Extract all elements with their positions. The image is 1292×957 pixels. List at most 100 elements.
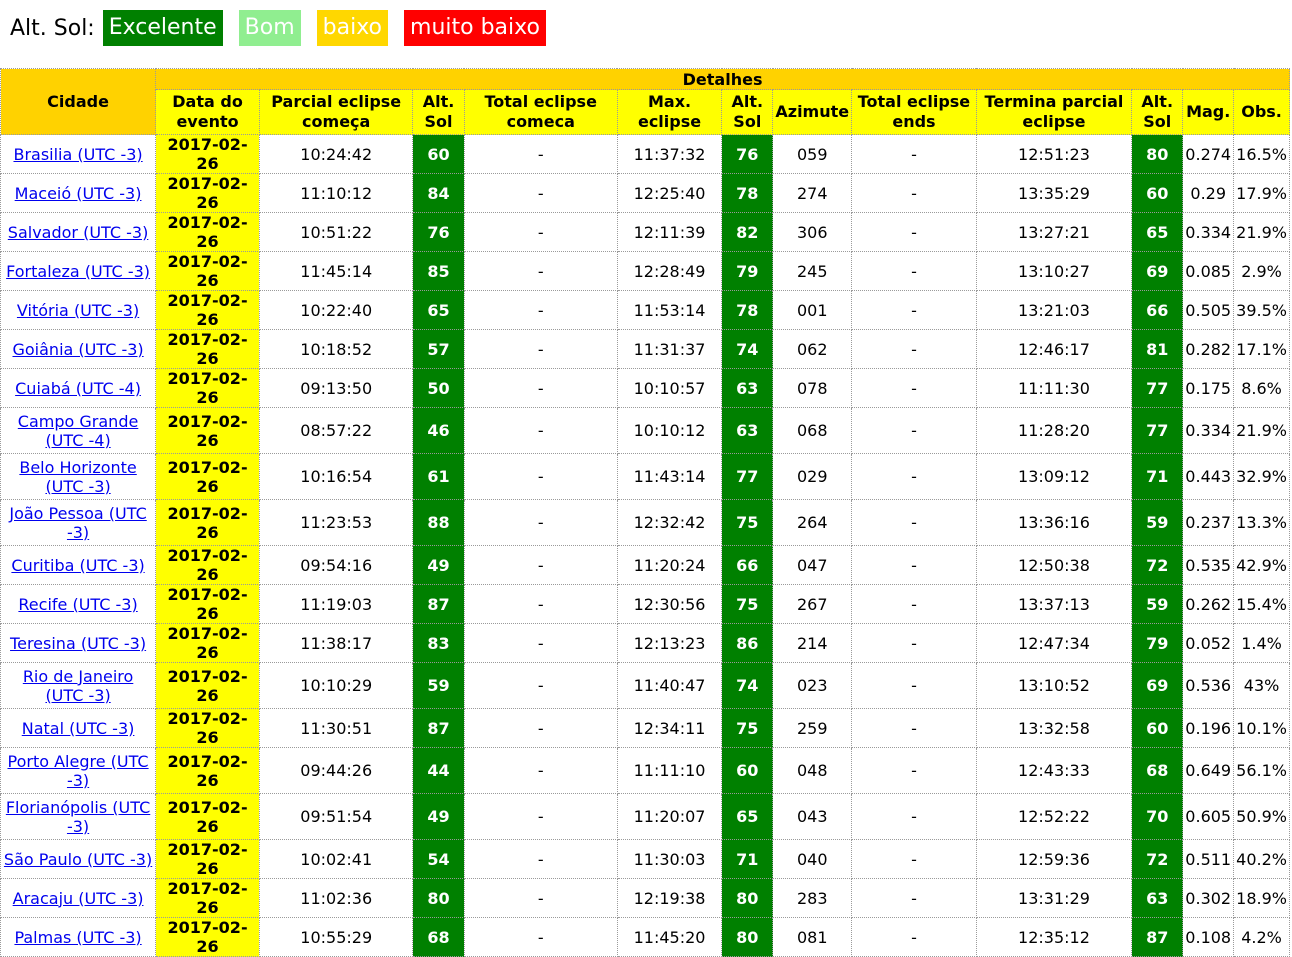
cell-obscuration: 1.4% xyxy=(1233,623,1290,663)
cell-alt-sol-max: 63 xyxy=(721,368,774,408)
cell-start-time: 10:18:52 xyxy=(258,329,414,369)
city-link[interactable]: Maceió (UTC -3) xyxy=(15,184,142,203)
cell-alt-sol-end: 79 xyxy=(1131,623,1184,663)
cell-end-time: 12:59:36 xyxy=(975,839,1133,879)
cell-max-time: 12:28:49 xyxy=(616,251,723,291)
city-link[interactable]: Brasilia (UTC -3) xyxy=(13,145,142,164)
table-row: Cuiabá (UTC -4) 2017-02-26 09:13:50 50-10:1… xyxy=(0,368,1290,408)
city-link[interactable]: Recife (UTC -3) xyxy=(18,595,137,614)
city-link[interactable]: São Paulo (UTC -3) xyxy=(4,850,152,869)
cell-start-time: 11:19:03 xyxy=(258,584,414,624)
table-row: Teresina (UTC -3) 2017-02-26 11:38:17 83-12… xyxy=(0,623,1290,663)
cell-azimute: 259 xyxy=(772,708,853,748)
cell-date: 2017-02-26 xyxy=(155,878,260,918)
table-row: Fortaleza (UTC -3) 2017-02-26 11:45:14 85-1… xyxy=(0,251,1290,291)
cell-magnitude: 0.085 xyxy=(1182,251,1235,291)
cell-magnitude: 0.052 xyxy=(1182,623,1235,663)
cell-total-end: - xyxy=(851,173,977,213)
cell-magnitude: 0.29 xyxy=(1182,173,1235,213)
cell-city: Goiânia (UTC -3) xyxy=(0,329,157,369)
city-link[interactable]: Cuiabá (UTC -4) xyxy=(15,379,141,398)
cell-total-start: - xyxy=(463,793,618,840)
cell-alt-sol-end: 69 xyxy=(1131,251,1184,291)
cell-date: 2017-02-26 xyxy=(155,134,260,174)
cell-max-time: 11:20:07 xyxy=(616,793,723,840)
cell-alt-sol-end: 72 xyxy=(1131,839,1184,879)
cell-date: 2017-02-26 xyxy=(155,839,260,879)
header-alt-sol-3: Alt. Sol xyxy=(1131,89,1184,135)
cell-obscuration: 8.6% xyxy=(1233,368,1290,408)
city-link[interactable]: Salvador (UTC -3) xyxy=(8,223,149,242)
cell-alt-sol-max: 60 xyxy=(721,747,774,794)
table-row: Aracaju (UTC -3) 2017-02-26 11:02:36 80-12:… xyxy=(0,878,1290,918)
cell-obscuration: 18.9% xyxy=(1233,878,1290,918)
city-link[interactable]: Natal (UTC -3) xyxy=(22,719,135,738)
cell-city: Vitória (UTC -3) xyxy=(0,290,157,330)
table-row: Porto Alegre (UTC -3) 2017-02-26 09:44:26 4… xyxy=(0,747,1290,794)
table-row: Salvador (UTC -3) 2017-02-26 10:51:22 76-12… xyxy=(0,212,1290,252)
cell-alt-sol-start: 65 xyxy=(412,290,465,330)
cell-azimute: 048 xyxy=(772,747,853,794)
city-link[interactable]: Fortaleza (UTC -3) xyxy=(6,262,150,281)
cell-alt-sol-start: 80 xyxy=(412,878,465,918)
cell-date: 2017-02-26 xyxy=(155,747,260,794)
cell-total-start: - xyxy=(463,212,618,252)
cell-city: Rio de Janeiro (UTC -3) xyxy=(0,662,157,709)
table-row: João Pessoa (UTC -3) 2017-02-26 11:23:53 88… xyxy=(0,499,1290,546)
cell-start-time: 10:22:40 xyxy=(258,290,414,330)
cell-total-end: - xyxy=(851,623,977,663)
cell-obscuration: 4.2% xyxy=(1233,917,1290,957)
city-link[interactable]: Campo Grande (UTC -4) xyxy=(18,412,139,450)
city-link[interactable]: Rio de Janeiro (UTC -3) xyxy=(23,667,134,705)
cell-obscuration: 17.1% xyxy=(1233,329,1290,369)
cell-alt-sol-max: 75 xyxy=(721,584,774,624)
cell-azimute: 068 xyxy=(772,407,853,454)
city-link[interactable]: Aracaju (UTC -3) xyxy=(13,889,144,908)
cell-max-time: 10:10:57 xyxy=(616,368,723,408)
cell-end-time: 12:46:17 xyxy=(975,329,1133,369)
table-row: Rio de Janeiro (UTC -3) 2017-02-26 10:10:2… xyxy=(0,662,1290,709)
cell-azimute: 062 xyxy=(772,329,853,369)
cell-obscuration: 15.4% xyxy=(1233,584,1290,624)
cell-date: 2017-02-26 xyxy=(155,623,260,663)
cell-obscuration: 16.5% xyxy=(1233,134,1290,174)
cell-alt-sol-end: 81 xyxy=(1131,329,1184,369)
cell-end-time: 11:11:30 xyxy=(975,368,1133,408)
cell-city: Belo Horizonte (UTC -3) xyxy=(0,453,157,500)
cell-alt-sol-start: 49 xyxy=(412,793,465,840)
city-link[interactable]: João Pessoa (UTC -3) xyxy=(9,504,146,542)
table-row: Belo Horizonte (UTC -3) 2017-02-26 10:16:5… xyxy=(0,453,1290,500)
cell-magnitude: 0.511 xyxy=(1182,839,1235,879)
city-link[interactable]: Teresina (UTC -3) xyxy=(10,634,146,653)
cell-start-time: 10:51:22 xyxy=(258,212,414,252)
cell-total-end: - xyxy=(851,499,977,546)
city-link[interactable]: Florianópolis (UTC -3) xyxy=(6,798,150,836)
cell-azimute: 306 xyxy=(772,212,853,252)
cell-total-start: - xyxy=(463,662,618,709)
cell-azimute: 029 xyxy=(772,453,853,500)
cell-alt-sol-start: 68 xyxy=(412,917,465,957)
cell-start-time: 11:10:12 xyxy=(258,173,414,213)
cell-max-time: 12:13:23 xyxy=(616,623,723,663)
cell-total-end: - xyxy=(851,134,977,174)
cell-obscuration: 32.9% xyxy=(1233,453,1290,500)
cell-max-time: 11:40:47 xyxy=(616,662,723,709)
city-link[interactable]: Vitória (UTC -3) xyxy=(17,301,139,320)
city-link[interactable]: Palmas (UTC -3) xyxy=(14,928,141,947)
cell-alt-sol-start: 85 xyxy=(412,251,465,291)
cell-start-time: 11:02:36 xyxy=(258,878,414,918)
cell-end-time: 13:37:13 xyxy=(975,584,1133,624)
cell-city: Recife (UTC -3) xyxy=(0,584,157,624)
city-link[interactable]: Porto Alegre (UTC -3) xyxy=(8,752,149,790)
cell-date: 2017-02-26 xyxy=(155,453,260,500)
cell-city: Aracaju (UTC -3) xyxy=(0,878,157,918)
city-link[interactable]: Goiânia (UTC -3) xyxy=(12,340,143,359)
cell-alt-sol-end: 66 xyxy=(1131,290,1184,330)
cell-max-time: 11:20:24 xyxy=(616,545,723,585)
city-link[interactable]: Belo Horizonte (UTC -3) xyxy=(19,458,136,496)
city-link[interactable]: Curitiba (UTC -3) xyxy=(11,556,144,575)
cell-total-start: - xyxy=(463,839,618,879)
cell-alt-sol-max: 75 xyxy=(721,708,774,748)
cell-city: Porto Alegre (UTC -3) xyxy=(0,747,157,794)
cell-alt-sol-end: 59 xyxy=(1131,584,1184,624)
